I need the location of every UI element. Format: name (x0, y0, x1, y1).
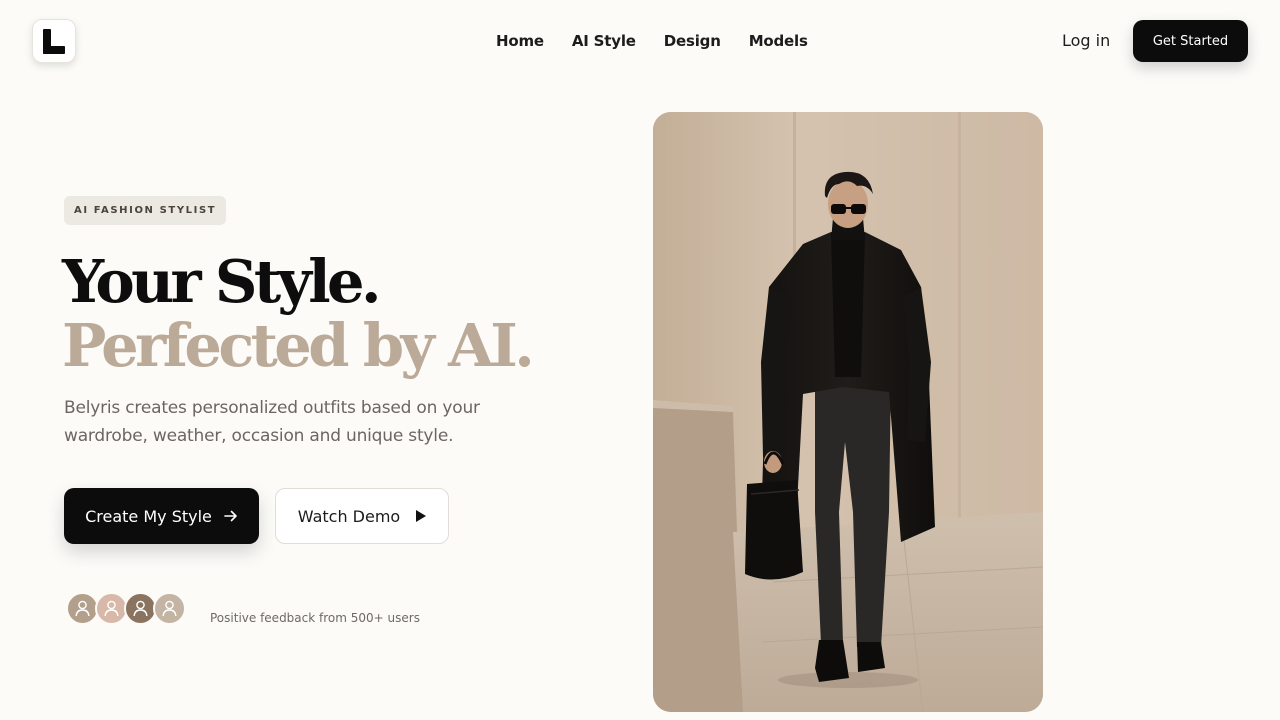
create-my-style-label: Create My Style (85, 506, 212, 526)
play-icon (416, 510, 427, 522)
nav-ai-style[interactable]: AI Style (572, 30, 636, 52)
user-icon (133, 600, 148, 617)
man-in-black-coat-photo (653, 112, 1043, 712)
avatar (153, 592, 186, 625)
watch-demo-button[interactable]: Watch Demo (275, 488, 449, 544)
hero-title-line1: Your Style. (62, 247, 382, 316)
logo-l-icon (43, 28, 65, 54)
nav-models[interactable]: Models (749, 30, 808, 52)
hero-badge: AI FASHION STYLIST (64, 196, 227, 225)
feedback-text: Positive feedback from 500+ users (210, 611, 420, 625)
user-icon (104, 600, 119, 617)
nav-design[interactable]: Design (664, 30, 721, 52)
hero-title-line2: Perfected by AI. (62, 311, 535, 380)
nav-home[interactable]: Home (496, 30, 544, 52)
create-my-style-button[interactable]: Create My Style (64, 488, 259, 544)
get-started-button[interactable]: Get Started (1133, 20, 1248, 62)
model-photo (653, 112, 1043, 712)
landing-page: Home AI Style Design Models Log in Get S… (0, 0, 1280, 720)
main-nav: Home AI Style Design Models (496, 30, 808, 52)
hero-subtitle: Belyris creates personalized outfits bas… (64, 398, 480, 446)
watch-demo-label: Watch Demo (297, 506, 401, 526)
arrow-right-icon (224, 510, 237, 522)
logo[interactable] (32, 19, 76, 63)
user-icon (75, 600, 90, 617)
login-link[interactable]: Log in (1062, 30, 1110, 52)
user-icon (162, 600, 177, 617)
